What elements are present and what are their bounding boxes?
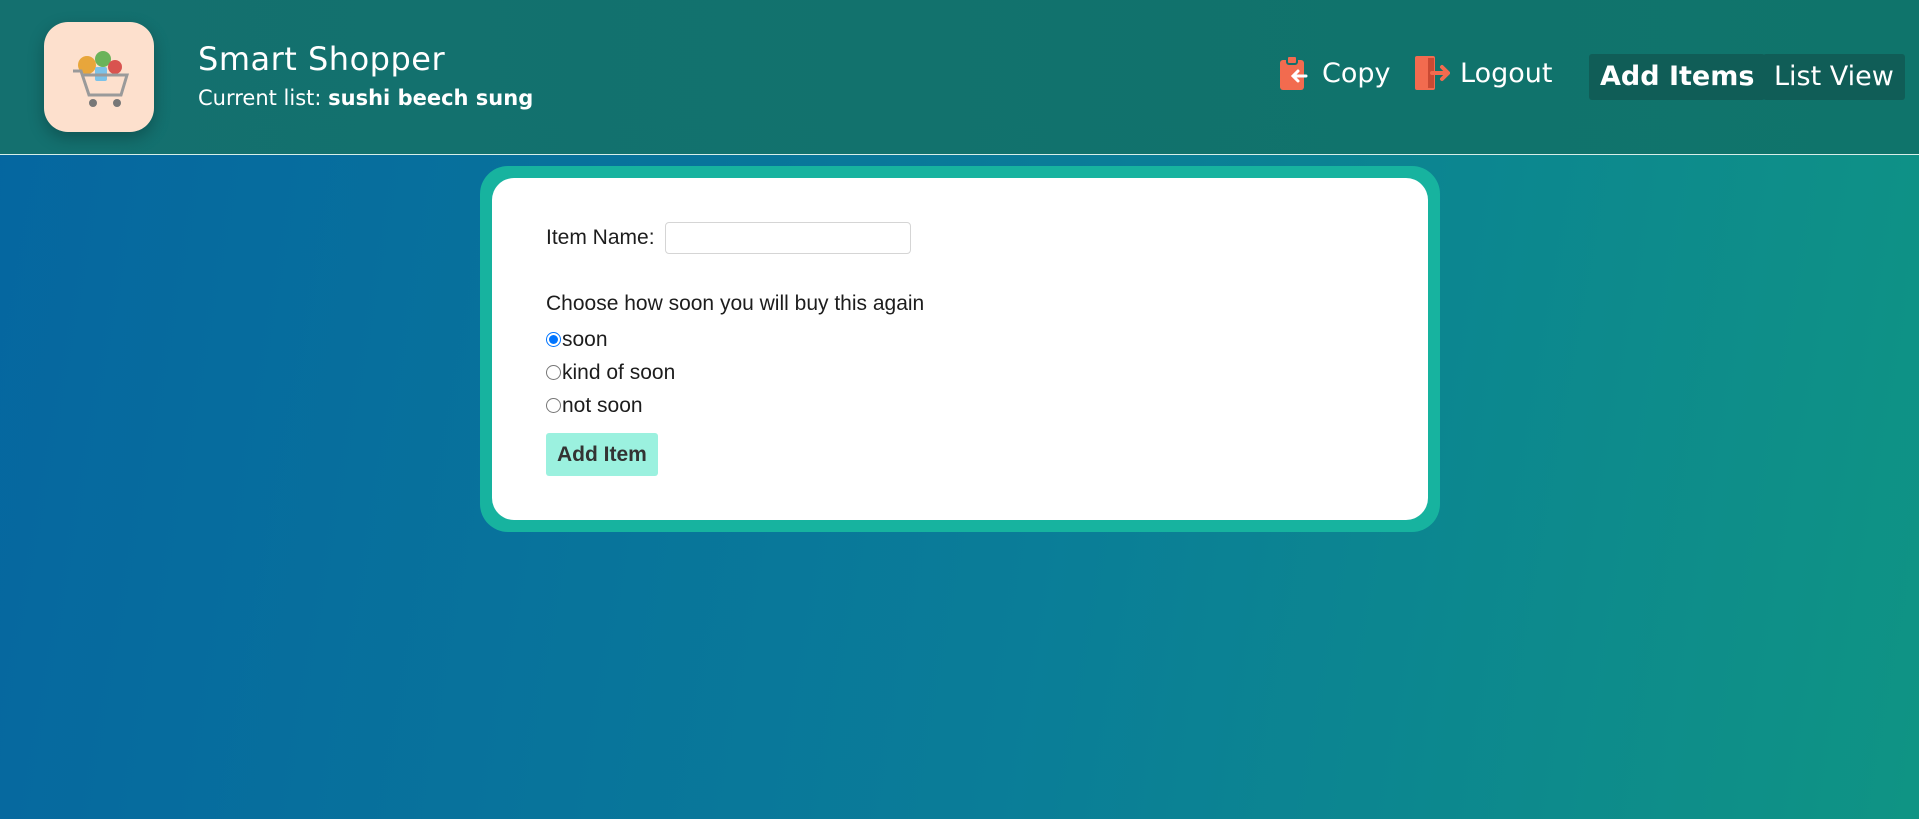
logout-button[interactable]: Logout [1412, 54, 1552, 92]
current-list-label: Current list: [198, 86, 322, 110]
radio-soon-label: soon [562, 327, 608, 351]
app-title: Smart Shopper [198, 40, 446, 78]
logout-label: Logout [1460, 57, 1553, 89]
nav-list-view[interactable]: List View [1763, 54, 1905, 100]
radio-option-kind-of-soon[interactable]: kind of soon [546, 356, 675, 389]
radio-option-not-soon[interactable]: not soon [546, 389, 675, 422]
radio-not-soon-label: not soon [562, 393, 643, 417]
clipboard-icon [1280, 55, 1308, 90]
item-name-row: Item Name: [546, 222, 911, 254]
current-list: Current list: sushi beech sung [198, 86, 533, 110]
add-item-form: Item Name: Choose how soon you will buy … [492, 178, 1428, 520]
item-name-input[interactable] [664, 222, 911, 254]
add-item-button[interactable]: Add Item [546, 433, 658, 476]
app-header: Smart Shopper Current list: sushi beech … [0, 0, 1919, 155]
frequency-question: Choose how soon you will buy this again [546, 292, 925, 315]
radio-not-soon[interactable] [546, 398, 561, 413]
item-name-label: Item Name: [546, 226, 655, 249]
logout-door-icon [1415, 56, 1450, 90]
radio-kind-of-soon-label: kind of soon [562, 360, 676, 384]
shopping-cart-logo-icon [44, 22, 154, 132]
frequency-radio-group: soon kind of soon not soon [546, 323, 675, 422]
add-item-card: Item Name: Choose how soon you will buy … [480, 166, 1440, 532]
copy-label: Copy [1322, 57, 1391, 89]
nav-add-items[interactable]: Add Items [1589, 54, 1766, 100]
radio-kind-of-soon[interactable] [546, 365, 561, 380]
current-list-name: sushi beech sung [328, 86, 534, 110]
radio-option-soon[interactable]: soon [546, 323, 675, 356]
radio-soon[interactable] [546, 332, 561, 347]
copy-button[interactable]: Copy [1276, 54, 1391, 92]
